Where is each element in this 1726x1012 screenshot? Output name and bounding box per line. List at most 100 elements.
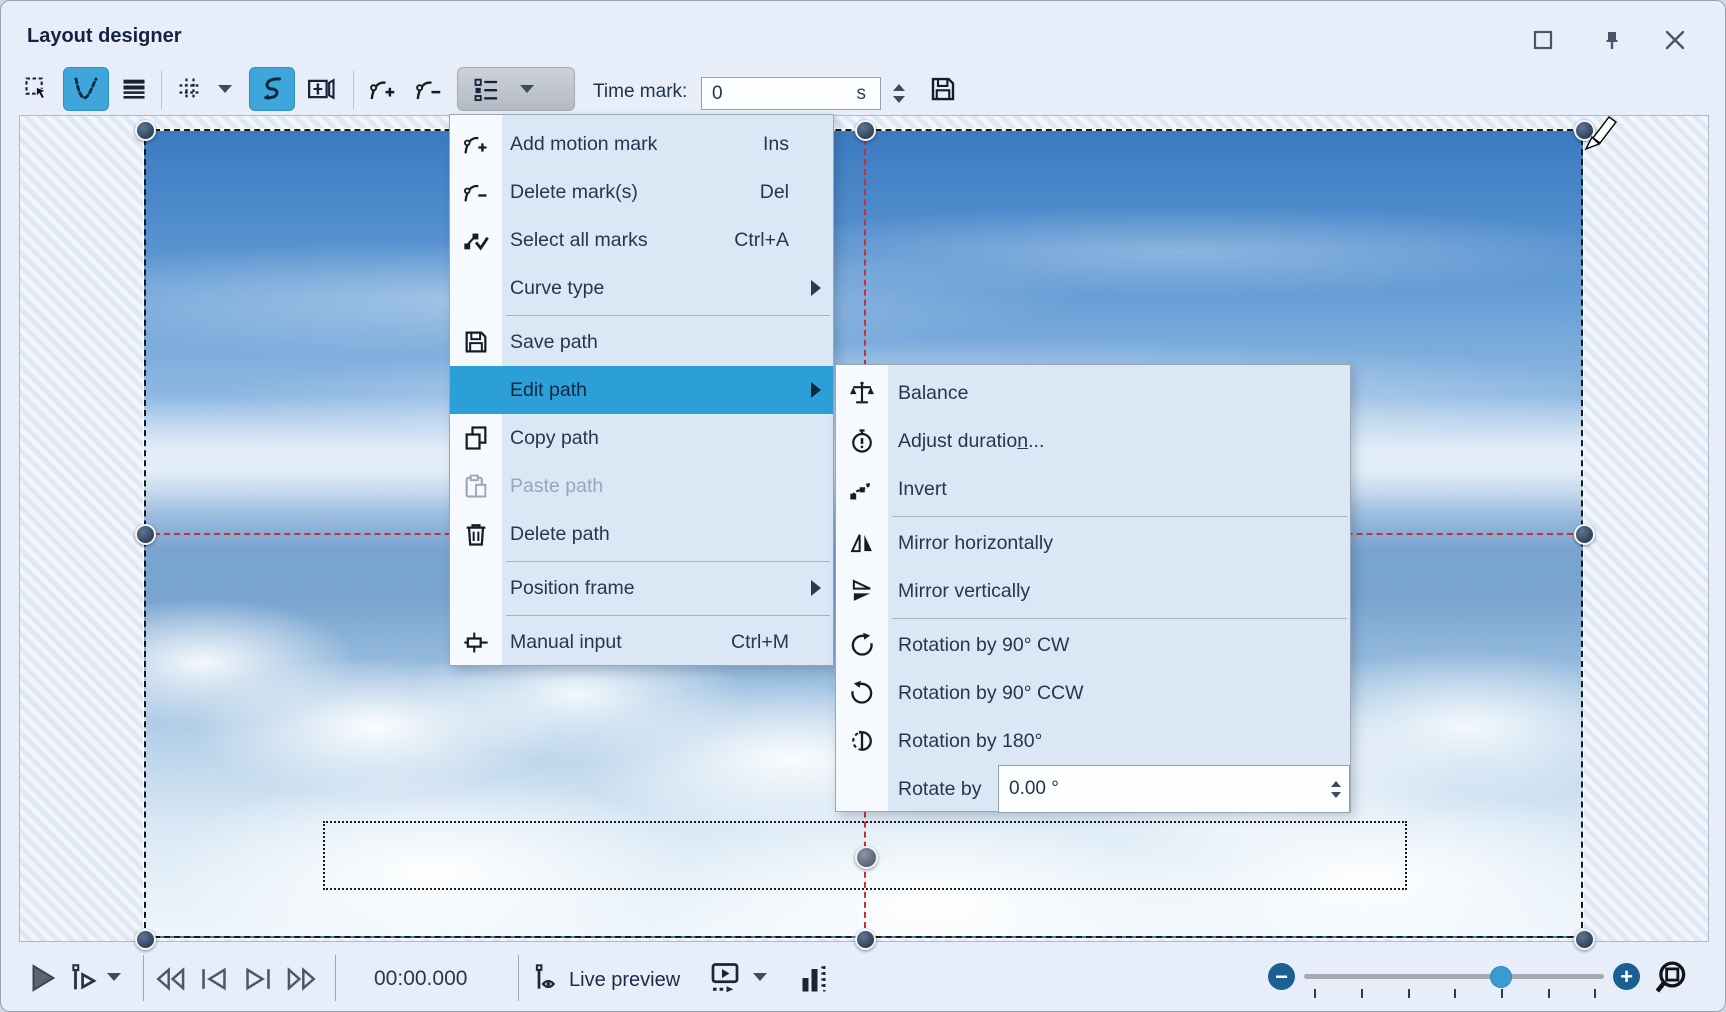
handle-bottom-right[interactable] [1574, 929, 1595, 950]
grid-tool-button[interactable] [169, 67, 211, 111]
delete-mark-icon [461, 177, 491, 207]
zoom-out-button[interactable]: − [1268, 963, 1295, 990]
rotate-180-icon [847, 726, 877, 756]
zoom-tick [1314, 989, 1316, 998]
submenu-item-mirror-vertically[interactable]: Mirror vertically [836, 567, 1350, 615]
menu-item-position-frame[interactable]: Position frame [450, 564, 833, 612]
chevron-down-icon [753, 973, 767, 981]
select-tool-button[interactable] [17, 67, 57, 111]
zoom-slider-track[interactable] [1304, 974, 1604, 979]
marks-menu-button[interactable] [457, 67, 575, 111]
close-button[interactable] [1660, 25, 1690, 55]
submenu-item-invert[interactable]: Invert [836, 465, 1350, 513]
pin-button[interactable] [1596, 25, 1626, 55]
play-from-mark-icon [67, 961, 101, 995]
skip-to-end-icon [241, 963, 275, 995]
handle-top-left[interactable] [135, 120, 156, 141]
menu-item-manual-input[interactable]: Manual input Ctrl+M [450, 618, 833, 666]
menu-item-copy-path[interactable]: Copy path [450, 414, 833, 462]
live-preview-toggle[interactable] [531, 961, 563, 995]
play-from-mark-button[interactable] [67, 961, 101, 995]
handle-middle-left[interactable] [135, 524, 156, 545]
path-context-menu: Add motion mark Ins Delete mark(s) Del S… [449, 114, 834, 666]
preview-window-icon [707, 959, 743, 997]
live-preview-pin-eye-icon [531, 961, 563, 995]
mirror-vertical-icon [847, 576, 877, 606]
submenu-item-rotate-180[interactable]: Rotation by 180° [836, 717, 1350, 765]
play-options-dropdown[interactable] [107, 973, 121, 981]
motion-curve-tool-button[interactable] [63, 67, 109, 111]
skip-to-end-button[interactable] [241, 963, 275, 995]
keyframe-panel-icon [795, 959, 831, 997]
play-button[interactable] [25, 961, 59, 995]
edit-path-submenu: Balance Adjust duration... Invert Mirror… [835, 364, 1351, 812]
maximize-button[interactable] [1528, 25, 1558, 55]
minus-icon: − [1275, 966, 1288, 988]
keyframe-panel-button[interactable] [795, 959, 831, 997]
grid-options-dropdown[interactable] [211, 67, 239, 111]
menu-item-edit-path[interactable]: Edit path [450, 366, 833, 414]
pin-icon [1599, 28, 1623, 52]
layers-tool-button[interactable] [113, 67, 155, 111]
balance-icon [847, 378, 877, 408]
play-icon [25, 961, 59, 995]
submenu-item-rotate-90-ccw[interactable]: Rotation by 90° CCW [836, 669, 1350, 717]
copy-icon [461, 423, 491, 453]
preview-options-dropdown[interactable] [753, 973, 767, 981]
text-frame-center-handle[interactable] [855, 846, 878, 869]
zoom-fit-icon [1653, 957, 1695, 999]
add-mark-tool-button[interactable] [361, 67, 405, 111]
submenu-item-mirror-horizontally[interactable]: Mirror horizontally [836, 519, 1350, 567]
frame-pan-tool-button[interactable] [299, 67, 343, 111]
time-mark-spinner[interactable] [887, 77, 911, 110]
zoom-tick [1408, 989, 1410, 998]
transport-separator [143, 955, 144, 1001]
zoom-in-button[interactable]: + [1613, 963, 1640, 990]
grid-icon [176, 75, 204, 103]
chevron-down-icon [107, 973, 121, 981]
select-all-marks-icon [461, 225, 491, 255]
spin-down-icon [893, 96, 905, 103]
menu-item-add-motion-mark[interactable]: Add motion mark Ins [450, 120, 833, 168]
skip-to-start-button[interactable] [197, 963, 231, 995]
zoom-slider-thumb[interactable] [1490, 966, 1512, 988]
live-preview-label[interactable]: Live preview [569, 969, 680, 992]
spin-up-icon [1331, 781, 1341, 787]
menu-item-select-all-marks[interactable]: Select all marks Ctrl+A [450, 216, 833, 264]
plus-icon: + [1620, 966, 1633, 988]
manual-input-icon [461, 627, 491, 657]
handle-bottom-center[interactable] [855, 929, 876, 950]
time-mark-input[interactable]: 0 s [701, 77, 881, 110]
invert-icon [847, 474, 877, 504]
select-tool-icon [23, 75, 51, 103]
save-icon [928, 74, 958, 104]
delete-mark-tool-button[interactable] [409, 67, 453, 111]
zoom-tick [1454, 989, 1456, 998]
preview-window-button[interactable] [707, 959, 743, 997]
rotate-by-spinner[interactable] [1326, 765, 1346, 813]
handle-bottom-left[interactable] [135, 929, 156, 950]
submenu-item-balance[interactable]: Balance [836, 369, 1350, 417]
rotate-by-input[interactable]: 0.00 ° [998, 765, 1350, 813]
menu-item-save-path[interactable]: Save path [450, 318, 833, 366]
marks-menu-icon [472, 75, 500, 103]
menu-item-delete-path[interactable]: Delete path [450, 510, 833, 558]
submenu-item-adjust-duration[interactable]: Adjust duration... [836, 417, 1350, 465]
rotate-ccw-icon [847, 678, 877, 708]
close-icon [1663, 28, 1687, 52]
save-icon [461, 327, 491, 357]
save-path-toolbar-button[interactable] [921, 67, 965, 111]
layers-icon [120, 75, 148, 103]
fast-forward-button[interactable] [285, 963, 319, 995]
handle-top-center[interactable] [855, 120, 876, 141]
handle-middle-right[interactable] [1574, 524, 1595, 545]
smooth-curve-tool-button[interactable] [249, 67, 295, 111]
submenu-item-rotate-90-cw[interactable]: Rotation by 90° CW [836, 621, 1350, 669]
menu-item-curve-type[interactable]: Curve type [450, 264, 833, 312]
rotate-cw-icon [847, 630, 877, 660]
zoom-tick [1501, 989, 1503, 998]
rewind-button[interactable] [153, 963, 187, 995]
chevron-down-icon [218, 85, 232, 93]
menu-item-delete-marks[interactable]: Delete mark(s) Del [450, 168, 833, 216]
zoom-fit-button[interactable] [1653, 957, 1695, 999]
